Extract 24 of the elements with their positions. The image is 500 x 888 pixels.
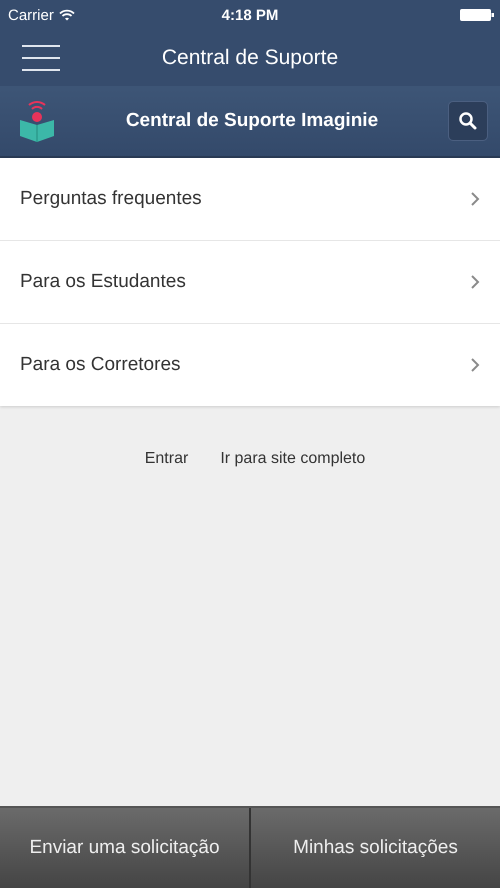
- chevron-icon: [470, 357, 480, 373]
- tab-button[interactable]: Minhas solicitações: [251, 808, 500, 888]
- nav-title: Central de Suporte: [160, 46, 340, 70]
- chevron-icon: [470, 191, 480, 207]
- menu-item-label: Perguntas frequentes: [20, 188, 202, 210]
- menu-item[interactable]: Para os Corretores: [0, 324, 500, 406]
- menu-item-label: Para os Estudantes: [20, 271, 186, 293]
- search-icon: [458, 111, 478, 131]
- status-time: 4:18 PM: [222, 6, 278, 24]
- chevron-icon: [470, 274, 480, 290]
- carrier-name: Carrier: [8, 6, 54, 24]
- menu-button[interactable]: [22, 44, 60, 72]
- footer-link[interactable]: Ir para site completo: [220, 450, 366, 468]
- header-title: Central de Suporte Imaginie: [124, 110, 380, 132]
- tab-button[interactable]: Enviar uma solicitação: [0, 808, 251, 888]
- menu-item[interactable]: Para os Estudantes: [0, 241, 500, 324]
- menu-item-label: Para os Corretores: [20, 354, 181, 376]
- wifi-icon: [58, 9, 75, 21]
- menu-item[interactable]: Perguntas frequentes: [0, 158, 500, 241]
- footer-link[interactable]: Entrar: [144, 450, 188, 468]
- menu-icon: [22, 44, 60, 72]
- battery-icon: [460, 9, 494, 21]
- logo-icon: [18, 100, 56, 142]
- search-button[interactable]: [448, 101, 488, 141]
